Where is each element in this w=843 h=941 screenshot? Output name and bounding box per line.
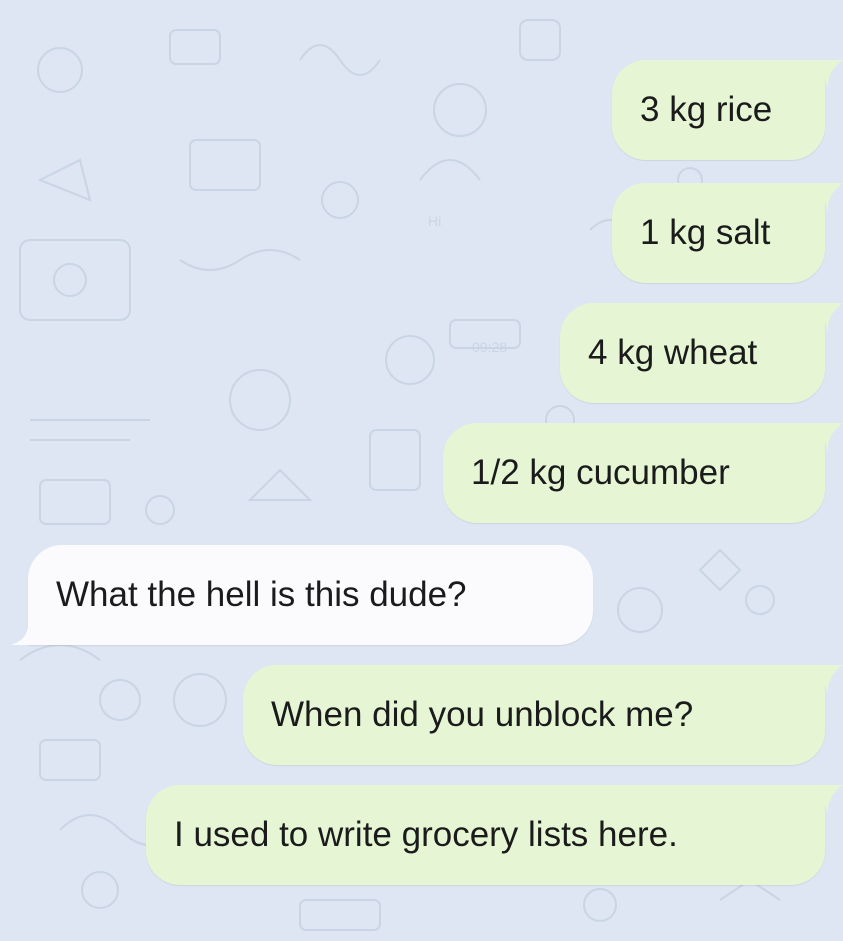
chat-view: 09:28 Hi 3 kg rice 1 kg salt 4 kg wheat …: [0, 0, 843, 941]
outgoing-bubble-tails: [820, 60, 843, 815]
